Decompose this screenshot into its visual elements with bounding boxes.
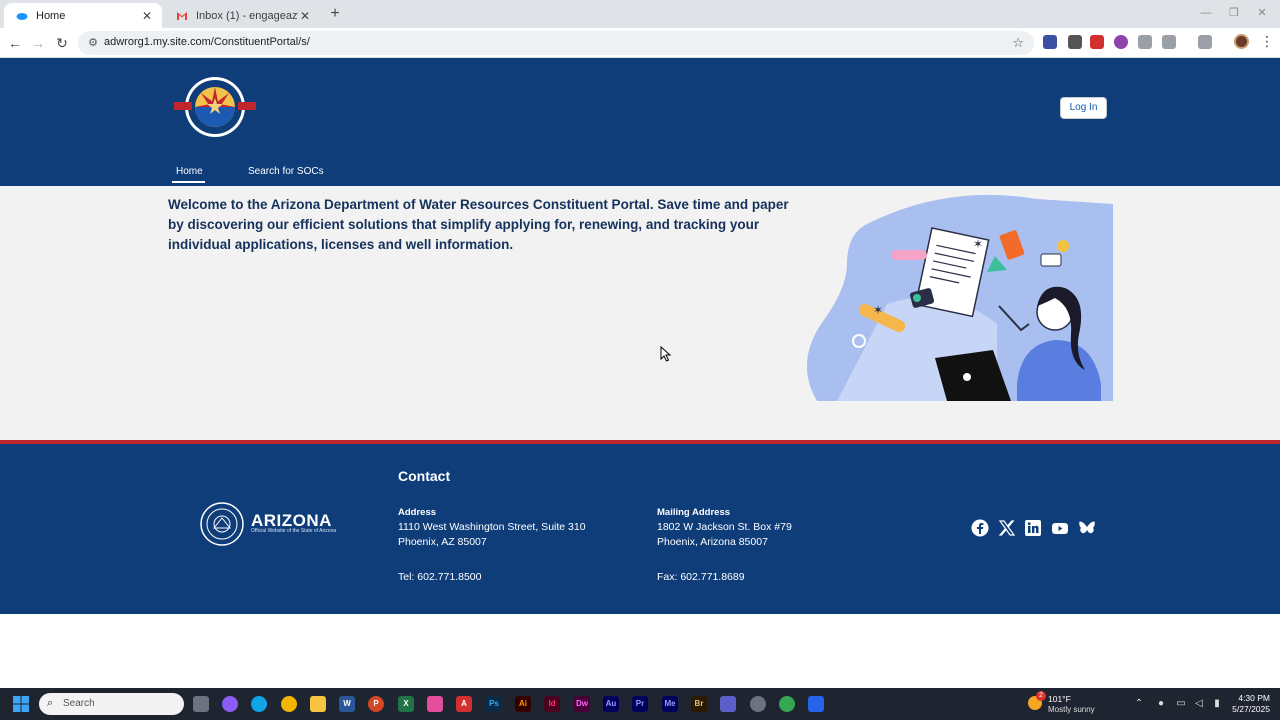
tab-label: Home <box>36 9 66 22</box>
page-blank-area <box>0 614 1280 688</box>
extension-search-icon[interactable] <box>1198 35 1212 49</box>
linkedin-icon[interactable] <box>1024 519 1042 537</box>
site-footer: ARIZONA Official Website of the State of… <box>0 444 1280 614</box>
volume-icon[interactable]: ◁ <box>1192 697 1206 711</box>
forward-icon[interactable]: → <box>29 34 47 52</box>
main-content: Welcome to the Arizona Department of Wat… <box>0 186 1280 440</box>
mailing-address-label: Mailing Address <box>657 507 731 518</box>
nav-search-socs[interactable]: Search for SOCs <box>248 166 324 177</box>
taskbar-search[interactable]: ⌕ Search <box>39 693 184 715</box>
settings-gear-icon[interactable] <box>750 696 766 712</box>
site-header: Log In Home Search for SOCs <box>0 58 1280 186</box>
excel-icon[interactable]: X <box>398 696 414 712</box>
extension-puzzle-icon[interactable] <box>1162 35 1176 49</box>
address-line-1: 1110 West Washington Street, Suite 310 <box>398 521 586 533</box>
browser-menu-icon[interactable]: ⋮ <box>1260 33 1274 50</box>
premiere-icon[interactable]: Pr <box>632 696 648 712</box>
hero-illustration: ✶ ✶ <box>807 194 1113 401</box>
nav-home[interactable]: Home <box>176 166 203 177</box>
url-text: adwrorg1.my.site.com/ConstituentPortal/s… <box>104 36 310 48</box>
weather-widget[interactable]: 2 101°F Mostly sunny <box>1028 691 1138 715</box>
arizona-subtitle: Official Website of the State of Arizona <box>251 528 337 534</box>
illustrator-icon[interactable]: Ai <box>515 696 531 712</box>
gmail-icon <box>177 11 187 20</box>
adwr-logo[interactable] <box>172 74 258 140</box>
task-view-icon[interactable] <box>193 696 209 712</box>
extension-copilot-icon[interactable] <box>1114 35 1128 49</box>
svg-text:✶: ✶ <box>973 237 983 251</box>
tray-chevron-up-icon[interactable]: ⌃ <box>1132 697 1146 711</box>
close-icon[interactable]: ✕ <box>140 9 154 23</box>
microphone-icon[interactable]: ● <box>1154 697 1168 711</box>
login-button[interactable]: Log In <box>1060 97 1107 119</box>
close-icon[interactable]: ✕ <box>298 9 312 23</box>
edge-icon[interactable] <box>251 696 267 712</box>
extension-camera-icon[interactable] <box>1068 35 1082 49</box>
weather-condition: Mostly sunny <box>1048 705 1095 714</box>
restore-icon[interactable]: ❐ <box>1224 5 1244 21</box>
indesign-icon[interactable]: Id <box>544 696 560 712</box>
copilot-icon[interactable] <box>222 696 238 712</box>
clock-date: 5/27/2025 <box>1232 704 1270 714</box>
reload-icon[interactable]: ↻ <box>53 34 71 52</box>
browser-toolbar: ← → ↻ ⚙ adwrorg1.my.site.com/Constituent… <box>0 28 1280 58</box>
word-icon[interactable]: W <box>339 696 355 712</box>
address-label: Address <box>398 507 437 518</box>
photoshop-icon[interactable]: Ps <box>486 696 502 712</box>
extension-bookmark-icon[interactable] <box>1043 35 1057 49</box>
teams-icon[interactable] <box>720 696 736 712</box>
mailing-line-1: 1802 W Jackson St. Box #79 <box>657 521 792 533</box>
weather-badge: 2 <box>1036 691 1046 701</box>
svg-text:✶: ✶ <box>873 303 883 317</box>
taskbar-search-placeholder: Search <box>63 698 95 709</box>
x-icon[interactable] <box>998 519 1016 537</box>
tab-label: Inbox (1) - engageazwater@gm <box>196 9 298 22</box>
new-tab-icon[interactable]: + <box>326 5 344 23</box>
facebook-icon[interactable] <box>971 519 989 537</box>
network-icon[interactable]: ▭ <box>1174 697 1188 711</box>
minimize-icon[interactable]: — <box>1196 5 1216 21</box>
browser-tab-bar: Home ✕ Inbox (1) - engageazwater@gm ✕ + … <box>0 0 1280 28</box>
clock-time: 4:30 PM <box>1238 693 1270 703</box>
taskbar-clock[interactable]: 4:30 PM 5/27/2025 <box>1222 693 1270 715</box>
profile-avatar[interactable] <box>1234 34 1249 49</box>
fax: Fax: 602.771.8689 <box>657 571 745 583</box>
bookmark-star-icon[interactable]: ☆ <box>1012 35 1024 51</box>
windows-taskbar: ⌕ Search W P X A Ps Ai Id Dw Au Pr Me Br… <box>0 688 1280 720</box>
extension-pdf-icon[interactable] <box>1090 35 1104 49</box>
address-line-2: Phoenix, AZ 85007 <box>398 536 487 548</box>
address-bar[interactable]: ⚙ adwrorg1.my.site.com/ConstituentPortal… <box>78 31 1034 55</box>
mouse-cursor-icon <box>660 346 672 362</box>
search-icon: ⌕ <box>47 697 54 709</box>
remote-desktop-icon[interactable] <box>808 696 824 712</box>
arizona-seal-icon[interactable] <box>200 502 244 546</box>
tab-home[interactable]: Home ✕ <box>4 3 162 28</box>
salesforce-cloud-icon <box>16 12 28 20</box>
windows-start-icon[interactable] <box>13 696 29 712</box>
bridge-icon[interactable]: Br <box>691 696 707 712</box>
nav-active-indicator <box>172 181 205 183</box>
close-window-icon[interactable]: ✕ <box>1252 5 1272 21</box>
extension-reader-icon[interactable] <box>1138 35 1152 49</box>
weather-temp: 101°F <box>1048 694 1071 704</box>
mailing-line-2: Phoenix, Arizona 85007 <box>657 536 768 548</box>
bluesky-icon[interactable] <box>1078 519 1096 537</box>
tab-inbox[interactable]: Inbox (1) - engageazwater@gm ✕ <box>164 3 320 28</box>
dreamweaver-icon[interactable]: Dw <box>574 696 590 712</box>
browser-globe-icon[interactable] <box>779 696 795 712</box>
chrome-icon[interactable] <box>281 696 297 712</box>
photos-icon[interactable] <box>427 696 443 712</box>
youtube-icon[interactable] <box>1051 519 1069 537</box>
contact-title: Contact <box>398 468 451 484</box>
back-icon[interactable]: ← <box>6 34 24 52</box>
file-explorer-icon[interactable] <box>310 696 326 712</box>
acrobat-icon[interactable]: A <box>456 696 472 712</box>
site-info-icon[interactable]: ⚙ <box>86 36 100 50</box>
audition-icon[interactable]: Au <box>603 696 619 712</box>
powerpoint-icon[interactable]: P <box>368 696 384 712</box>
telephone[interactable]: Tel: 602.771.8500 <box>398 571 482 583</box>
welcome-text: Welcome to the Arizona Department of Wat… <box>168 197 789 252</box>
media-encoder-icon[interactable]: Me <box>662 696 678 712</box>
